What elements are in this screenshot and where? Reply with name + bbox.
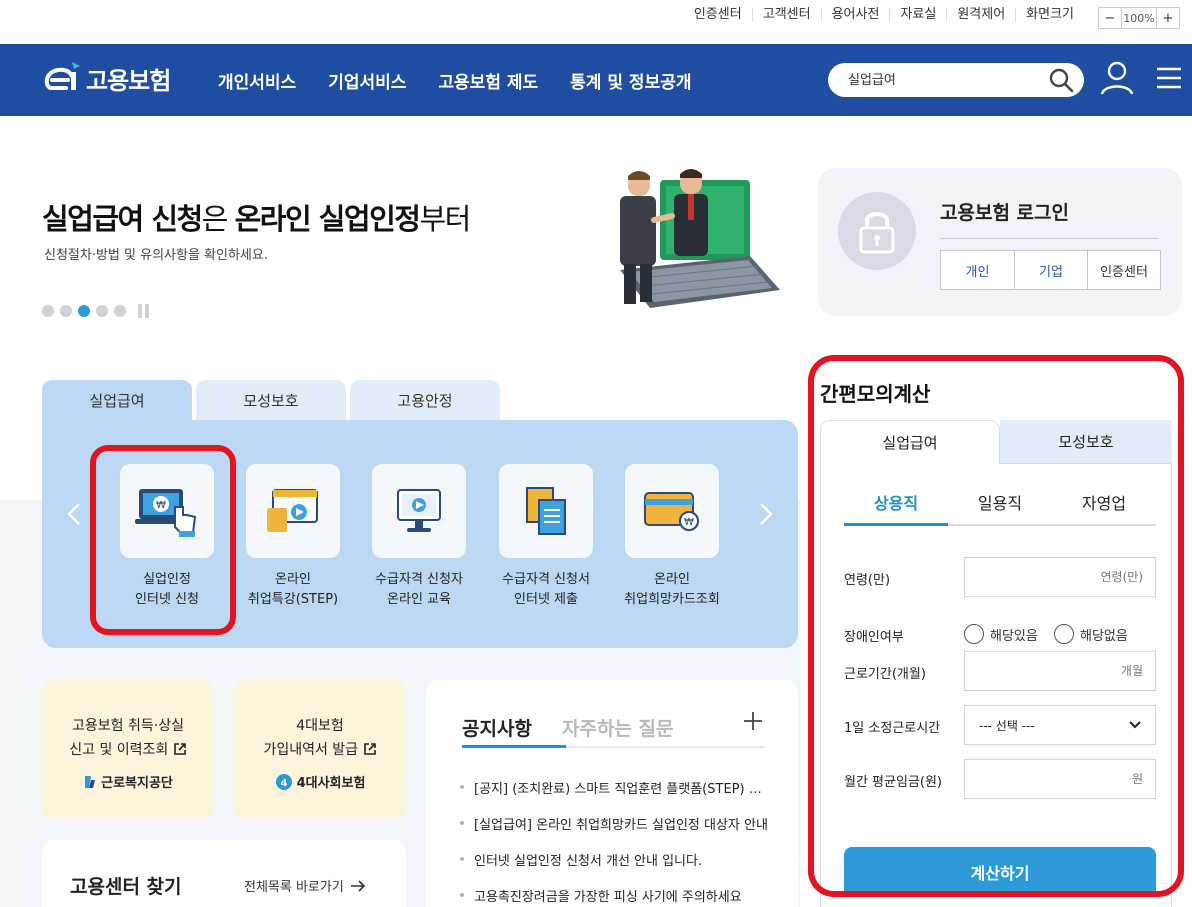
- four-insurance-logo-icon: 4: [275, 773, 292, 790]
- hero-title-bold-2: 온라인 실업인정: [234, 202, 421, 236]
- util-link-cert[interactable]: 인증센터: [684, 8, 752, 22]
- highlight-box-calculator: [808, 355, 1184, 897]
- tab-employment-stability[interactable]: 고용안정: [350, 380, 500, 420]
- menu-insurance-system[interactable]: 고용보험 제도: [438, 68, 538, 93]
- zoom-in-button[interactable]: +: [1157, 8, 1179, 28]
- service-label: 온라인 취업특강(STEP): [247, 572, 339, 607]
- main-menu: 개인서비스 기업서비스 고용보험 제도 통계 및 정보공개: [218, 68, 692, 93]
- center-list-link[interactable]: 전체목록 바로가기: [244, 876, 366, 895]
- menu-company-service[interactable]: 기업서비스: [328, 68, 406, 93]
- center-title: 고용센터 찾기: [70, 876, 182, 898]
- hero-title-bold-1: 실업급여 신청: [42, 202, 203, 236]
- external-link-icon: [173, 743, 186, 755]
- hero-title: 실업급여 신청은 온라인 실업인정부터: [42, 196, 471, 238]
- plus-icon[interactable]: [742, 710, 764, 732]
- search-input[interactable]: [848, 71, 1038, 86]
- card-org: 4 4대사회보험: [234, 772, 406, 791]
- service-icon-box: [246, 464, 340, 558]
- notice-list: [공지] (조치완료) 스마트 직업훈련 플랫폼(STEP) 접속 장애 안내 …: [458, 778, 768, 907]
- arrow-right-icon: [350, 879, 365, 892]
- login-divider: [940, 238, 1158, 239]
- list-item[interactable]: 고용촉진장려금을 가장한 피싱 사기에 주의하세요: [458, 886, 768, 907]
- site-logo[interactable]: 고용보험: [42, 58, 171, 98]
- comwel-logo-icon: [85, 775, 96, 788]
- hamburger-menu-icon[interactable]: [1156, 66, 1182, 90]
- highlight-box-service: [90, 445, 236, 635]
- login-card: 고용보험 로그인 개인 기업 인증센터: [818, 168, 1182, 316]
- card-text: 4대보험 가입내역서 발급: [234, 714, 406, 762]
- main-nav: 고용보험 개인서비스 기업서비스 고용보험 제도 통계 및 정보공개: [0, 44, 1192, 116]
- card-won-icon: ₩: [644, 492, 699, 531]
- slide-dot-1[interactable]: [42, 305, 54, 317]
- card-insurance-history[interactable]: 고용보험 취득·상실 신고 및 이력조회 근로복지공단: [42, 680, 214, 818]
- tab-notice[interactable]: 공지사항: [462, 714, 532, 741]
- tab-faq[interactable]: 자주하는 질문: [562, 714, 674, 741]
- tab-maternity[interactable]: 모성보호: [196, 380, 346, 420]
- util-link-customer[interactable]: 고객센터: [751, 8, 821, 22]
- lock-icon: [859, 212, 895, 254]
- service-item-job-card[interactable]: ₩ 온라인 취업희망카드조회: [612, 464, 732, 610]
- zoom-out-button[interactable]: −: [1099, 8, 1121, 28]
- ei-logo-icon: [44, 62, 80, 90]
- login-company-button[interactable]: 기업: [1014, 251, 1087, 289]
- search-icon[interactable]: [1048, 67, 1074, 93]
- svg-text:₩: ₩: [684, 517, 694, 528]
- search-box: [828, 63, 1084, 97]
- service-item-online-education[interactable]: 수급자격 신청자 온라인 교육: [359, 464, 479, 610]
- util-link-remote[interactable]: 원격제어: [946, 8, 1015, 22]
- utility-links: 인증센터 고객센터 용어사전 자료실 원격제어 화면크기: [684, 8, 1084, 22]
- util-label-screen-size: 화면크기: [1015, 8, 1084, 22]
- slide-dot-4[interactable]: [96, 305, 108, 317]
- service-label: 수급자격 신청자 온라인 교육: [375, 572, 463, 607]
- card-text: 고용보험 취득·상실 신고 및 이력조회: [42, 714, 214, 762]
- utility-bar: 인증센터 고객센터 용어사전 자료실 원격제어 화면크기 − 100% +: [0, 0, 1192, 44]
- service-item-online-application[interactable]: 수급자격 신청서 인터넷 제출: [486, 464, 606, 610]
- hero-subtitle: 신청절차·방법 및 유의사항을 확인하세요.: [44, 248, 268, 263]
- menu-statistics[interactable]: 통계 및 정보공개: [570, 68, 691, 93]
- card-org: 근로복지공단: [42, 772, 214, 791]
- pause-icon[interactable]: [138, 304, 149, 318]
- hero-title-text-1: 은: [201, 202, 235, 236]
- employment-center-card: 고용센터 찾기 전체목록 바로가기: [42, 840, 406, 907]
- slide-dot-5[interactable]: [114, 305, 126, 317]
- next-arrow-icon[interactable]: [756, 500, 776, 528]
- login-cert-button[interactable]: 인증센터: [1087, 251, 1160, 289]
- prev-arrow-icon[interactable]: [64, 500, 84, 528]
- menu-personal-service[interactable]: 개인서비스: [218, 68, 296, 93]
- notice-card: 공지사항 자주하는 질문 [공지] (조치완료) 스마트 직업훈련 플랫폼(ST…: [426, 680, 798, 907]
- service-icon-box: ₩: [625, 464, 719, 558]
- tab-unemployment[interactable]: 실업급여: [42, 380, 192, 420]
- list-item[interactable]: [실업급여] 온라인 취업희망카드 실업인정 대상자 안내: [458, 814, 768, 850]
- lock-icon-circle: [838, 192, 916, 270]
- login-buttons: 개인 기업 인증센터: [940, 250, 1161, 290]
- service-label: 수급자격 신청서 인터넷 제출: [502, 572, 590, 607]
- hero-title-text-2: 부터: [419, 202, 471, 236]
- notice-tab-active-line: [462, 745, 566, 748]
- external-link-icon: [363, 743, 376, 755]
- service-icon-box: [499, 464, 593, 558]
- card-4-insurance[interactable]: 4대보험 가입내역서 발급 4 4대사회보험: [234, 680, 406, 818]
- util-link-glossary[interactable]: 용어사전: [820, 8, 890, 22]
- logo-text: 고용보험: [86, 66, 171, 95]
- zoom-control: − 100% +: [1098, 7, 1180, 29]
- login-personal-button[interactable]: 개인: [941, 251, 1014, 289]
- svg-text:4: 4: [280, 778, 287, 789]
- list-item[interactable]: [공지] (조치완료) 스마트 직업훈련 플랫폼(STEP) 접속 장애 안내: [458, 778, 768, 814]
- documents-icon: [526, 487, 566, 535]
- handshake-laptop-illustration: [620, 169, 780, 308]
- zoom-value: 100%: [1121, 8, 1157, 28]
- service-icon-box: [372, 464, 466, 558]
- user-icon[interactable]: [1100, 60, 1134, 96]
- monitor-play-icon: [397, 489, 441, 532]
- service-item-online-lecture[interactable]: 온라인 취업특강(STEP): [233, 464, 353, 610]
- video-lecture-icon: [267, 489, 318, 532]
- service-tabs: 실업급여 모성보호 고용안정: [42, 380, 500, 420]
- service-label: 온라인 취업희망카드조회: [624, 572, 720, 607]
- slide-dot-2[interactable]: [60, 305, 72, 317]
- util-link-archive[interactable]: 자료실: [889, 8, 946, 22]
- slide-dot-3[interactable]: [78, 305, 90, 317]
- list-item[interactable]: 인터넷 실업인정 신청서 개선 안내 입니다.: [458, 850, 768, 886]
- slide-indicator: [42, 304, 149, 318]
- login-title: 고용보험 로그인: [940, 202, 1069, 224]
